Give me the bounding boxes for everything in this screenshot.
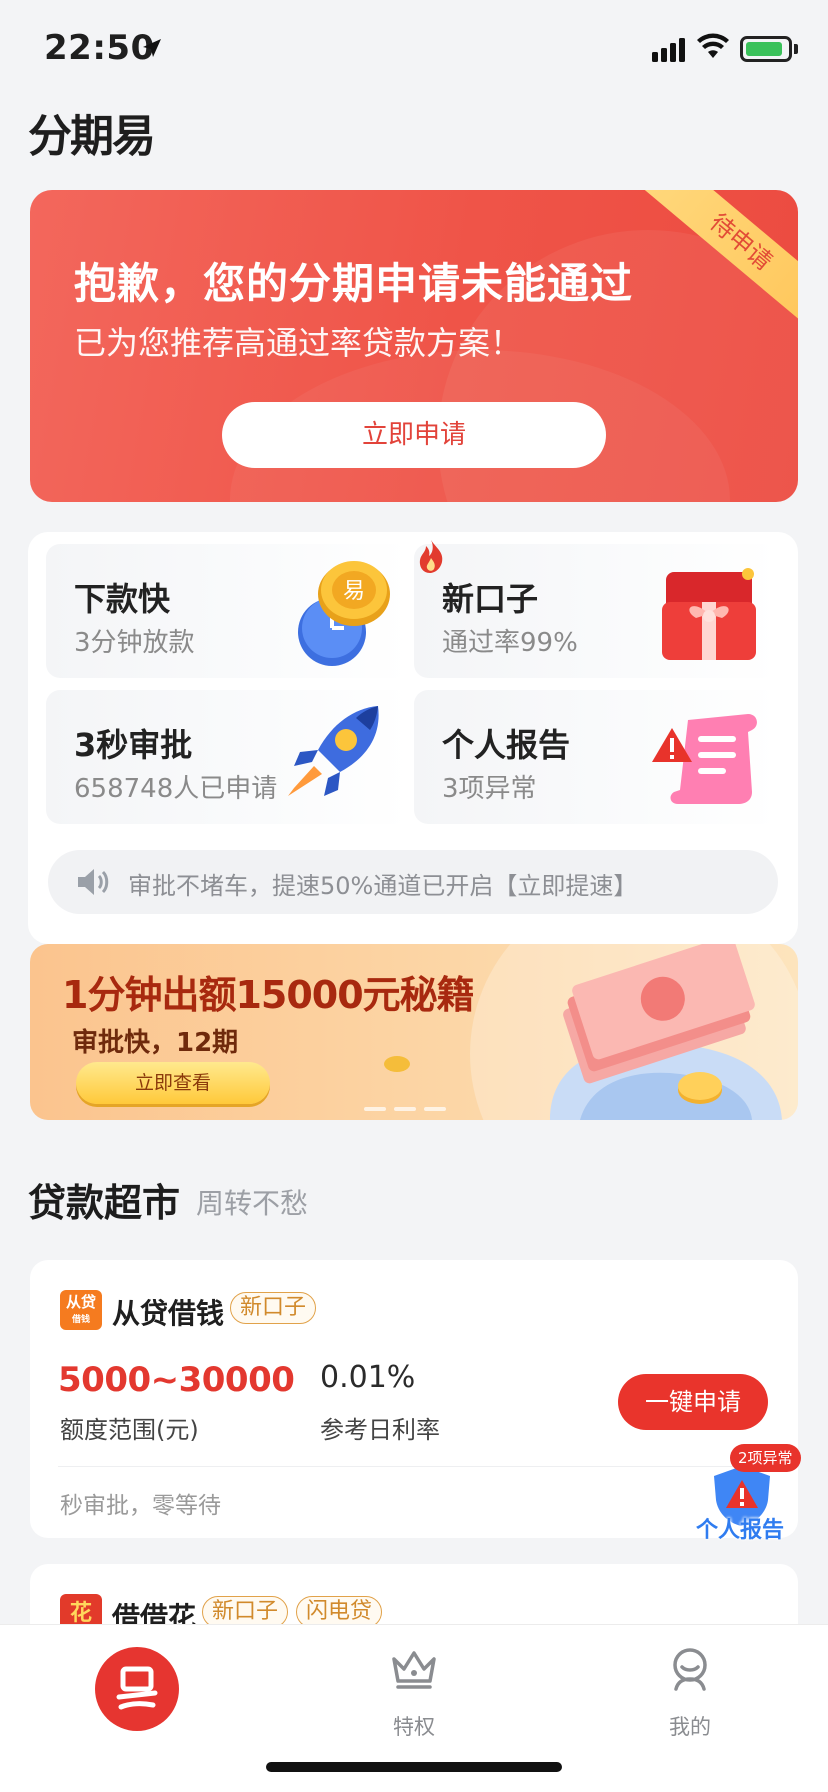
anomaly-badge: 2项异常: [730, 1444, 801, 1472]
loan-rate-label: 参考日利率: [320, 1416, 440, 1444]
crown-icon: [392, 1651, 436, 1689]
tag-new: 新口子: [230, 1292, 317, 1324]
feature-subtitle: 3分钟放款: [74, 628, 195, 658]
loan-rate: 0.01%: [320, 1360, 416, 1395]
float-report-label: 个人报告: [695, 1518, 784, 1543]
feature-fast-loan[interactable]: 下款快 3分钟放款 易: [46, 544, 410, 678]
notice-text: 审批不堵车，提速50%通道已开启【立即提速】: [128, 872, 638, 900]
loan-description: 秒审批，零等待: [60, 1493, 221, 1519]
features-card: 下款快 3分钟放款 易 新口子 通过率99% 3秒审批 658748人已申请 个…: [28, 532, 798, 944]
feature-title: 3秒审批: [74, 726, 193, 764]
tab-home[interactable]: [0, 1625, 179, 1745]
tab-mine[interactable]: 我的: [620, 1625, 760, 1745]
loan-amount-label: 额度范围(元): [60, 1416, 199, 1444]
apply-now-button[interactable]: 立即申请: [222, 402, 606, 468]
hero-subtitle: 已为您推荐高通过率贷款方案！: [74, 324, 523, 362]
feature-subtitle: 通过率99%: [442, 628, 578, 658]
wifi-icon: [697, 33, 729, 58]
carousel-dot: [394, 1107, 416, 1111]
small-coin-icon: [384, 1056, 410, 1072]
notice-bar[interactable]: 审批不堵车，提速50%通道已开启【立即提速】: [48, 850, 778, 914]
feature-fast-approval[interactable]: 3秒审批 658748人已申请: [46, 690, 410, 824]
promo-banner[interactable]: 1分钟出额15000元秘籍 审批快，12期 立即查看: [30, 944, 798, 1120]
loan-name: 从贷借钱: [112, 1297, 225, 1330]
battery-cap: [794, 44, 798, 54]
battery-icon: [740, 36, 792, 62]
app-logo: 分期易: [28, 111, 156, 162]
cellular-signal-icon: [652, 38, 685, 62]
tab-privileges[interactable]: 特权: [344, 1625, 484, 1745]
carousel-dot: [364, 1107, 386, 1111]
loan-logo-subtext: 借钱: [71, 1315, 90, 1325]
feature-new-product[interactable]: 新口子 通过率99%: [414, 540, 778, 678]
floating-report-button[interactable]: 2项异常 个人报告: [688, 1444, 801, 1548]
status-time: 22:50: [44, 28, 155, 68]
tab-label: 特权: [393, 1715, 435, 1739]
location-arrow-icon: [143, 39, 161, 57]
tab-label: 我的: [669, 1715, 711, 1739]
one-click-apply-button[interactable]: 一键申请: [618, 1374, 768, 1430]
feature-title: 新口子: [442, 580, 539, 618]
speaker-icon: [78, 869, 109, 895]
promo-subtitle: 审批快，12期: [72, 1028, 239, 1058]
promo-title: 1分钟出额15000元秘籍: [62, 973, 475, 1017]
fire-icon: [419, 540, 443, 573]
rocket-icon: [288, 706, 379, 796]
carousel-dot: [424, 1107, 446, 1111]
divider: [58, 1466, 770, 1467]
gold-coin-clock-icon: 易: [298, 561, 390, 666]
warning-report-icon: [652, 714, 757, 804]
feature-subtitle: 3项异常: [442, 774, 537, 804]
hero-title: 抱歉，您的分期申请未能通过: [74, 259, 634, 308]
money-wallet-illustration: [550, 944, 782, 1120]
red-envelope-icon: [662, 568, 756, 660]
home-indicator: [266, 1762, 562, 1772]
loan-logo: 从贷 借钱: [60, 1290, 102, 1330]
loan-card[interactable]: 从贷 借钱 从贷借钱 新口子 5000~30000 额度范围(元) 0.01% …: [30, 1260, 798, 1538]
carousel-dots: [364, 1096, 454, 1115]
status-bar: 22:50: [0, 0, 828, 100]
loan-amount: 5000~30000: [58, 1360, 295, 1400]
feature-subtitle: 658748人已申请: [74, 774, 278, 804]
section-subtitle: 周转不愁: [196, 1187, 309, 1220]
view-now-button[interactable]: 立即查看: [76, 1062, 270, 1104]
feature-title: 个人报告: [442, 726, 571, 764]
rejection-hero-card: 待申请 抱歉，您的分期申请未能通过 已为您推荐高通过率贷款方案！ 立即申请: [30, 190, 798, 502]
feature-title: 下款快: [74, 580, 171, 618]
home-logo-icon: [95, 1647, 179, 1731]
feature-personal-report[interactable]: 个人报告 3项异常: [414, 690, 778, 824]
loan-logo-text: 从贷: [65, 1293, 96, 1311]
svg-text:易: 易: [343, 579, 365, 604]
profile-icon: [673, 1648, 707, 1691]
section-title: 贷款超市: [28, 1181, 181, 1225]
